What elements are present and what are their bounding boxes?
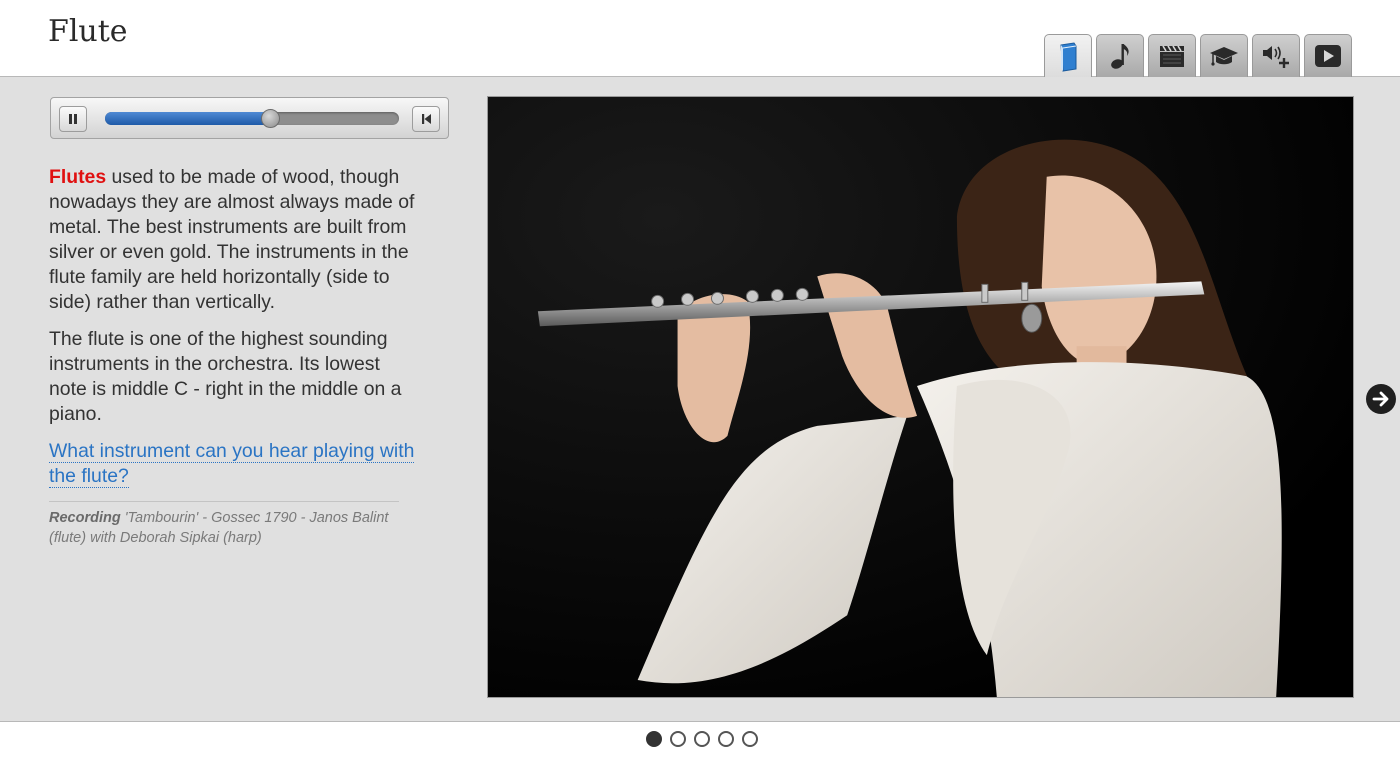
pagination-dot-2[interactable] <box>670 731 686 747</box>
paragraph-2: The flute is one of the highest sounding… <box>49 328 402 425</box>
tab-music[interactable] <box>1096 34 1144 77</box>
tab-video[interactable] <box>1148 34 1196 77</box>
tab-book[interactable] <box>1044 34 1092 78</box>
restart-button[interactable] <box>412 106 440 132</box>
audio-progress-fill <box>105 112 270 125</box>
flute-player-photo <box>487 96 1354 698</box>
tab-bar <box>1044 34 1352 78</box>
skip-to-start-icon <box>422 114 431 124</box>
pagination-dot-5[interactable] <box>742 731 758 747</box>
tab-audio[interactable] <box>1252 34 1300 77</box>
highlight-word: Flutes <box>49 166 107 188</box>
audio-player <box>50 97 449 139</box>
pagination-dot-4[interactable] <box>718 731 734 747</box>
pagination-dot-3[interactable] <box>694 731 710 747</box>
tab-play[interactable] <box>1304 34 1352 77</box>
audio-progress-handle[interactable] <box>260 109 280 128</box>
paragraph-1: Flutes used to be made of wood, though n… <box>49 165 419 315</box>
volume-plus-icon <box>1263 46 1289 68</box>
next-slide-button[interactable] <box>1366 384 1396 414</box>
article-text: Flutes used to be made of wood, though n… <box>49 165 419 548</box>
pause-button[interactable] <box>59 106 87 132</box>
pagination-dot-1[interactable] <box>646 731 662 747</box>
pause-icon <box>69 114 77 124</box>
page: Flute Flutes used to be made of wood, th… <box>0 0 1400 770</box>
pagination-dots <box>646 731 758 747</box>
book-icon <box>1060 41 1077 72</box>
clapperboard-icon <box>1160 45 1184 67</box>
recording-caption: Recording 'Tambourin' - Gossec 1790 - Ja… <box>49 501 399 548</box>
header: Flute <box>0 0 1400 78</box>
content-panel: Flutes used to be made of wood, though n… <box>0 77 1400 722</box>
caption-label: Recording <box>49 510 121 526</box>
play-icon <box>1315 45 1341 67</box>
tab-learn[interactable] <box>1200 34 1248 77</box>
audio-progress-track[interactable] <box>105 109 399 128</box>
question-link[interactable]: What instrument can you hear playing wit… <box>49 440 415 488</box>
page-title: Flute <box>48 14 128 49</box>
music-note-icon <box>1111 44 1129 69</box>
arrow-right-icon <box>1372 391 1389 407</box>
paragraph-1-text: used to be made of wood, though nowadays… <box>49 166 415 313</box>
graduation-cap-icon <box>1210 47 1238 66</box>
